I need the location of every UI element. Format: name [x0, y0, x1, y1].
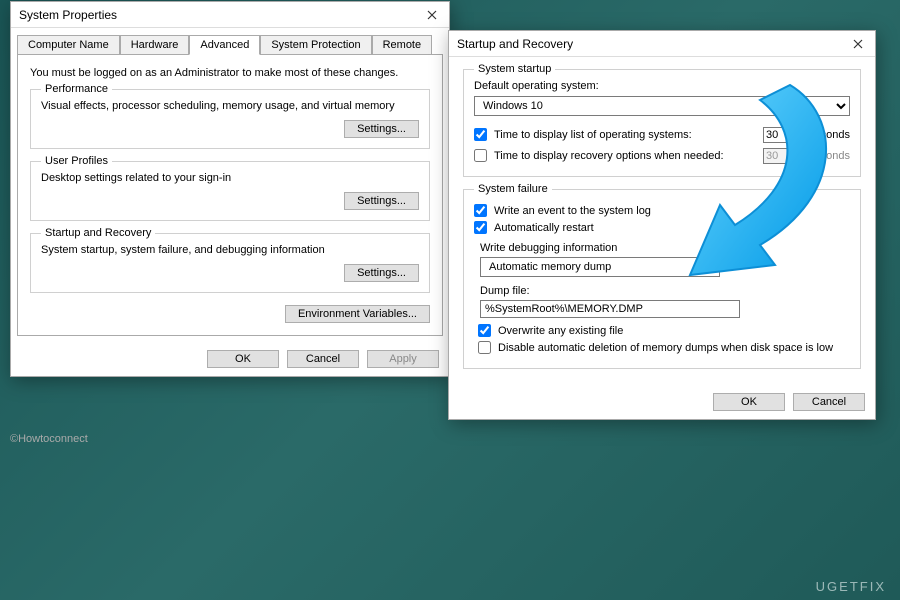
group-title-performance: Performance	[41, 83, 112, 95]
performance-desc: Visual effects, processor scheduling, me…	[41, 100, 419, 112]
admin-notice: You must be logged on as an Administrato…	[30, 67, 430, 79]
default-os-label: Default operating system:	[474, 80, 850, 92]
group-title-sysstartup: System startup	[474, 63, 555, 75]
display-recovery-checkbox[interactable]	[474, 149, 487, 162]
overwrite-checkbox[interactable]	[478, 324, 491, 337]
group-system-failure: System failure Write an event to the sys…	[463, 189, 861, 369]
tab-content-advanced: You must be logged on as an Administrato…	[17, 54, 443, 336]
group-title-sysfailure: System failure	[474, 183, 552, 195]
startup-recovery-dialog: Startup and Recovery System startup Defa…	[448, 30, 876, 420]
close-icon[interactable]	[423, 6, 441, 24]
startup-desc: System startup, system failure, and debu…	[41, 244, 419, 256]
group-title-profiles: User Profiles	[41, 155, 112, 167]
tab-computer-name[interactable]: Computer Name	[17, 35, 120, 55]
performance-settings-button[interactable]: Settings...	[344, 120, 419, 138]
tab-remote[interactable]: Remote	[372, 35, 433, 55]
window-title: System Properties	[19, 8, 117, 22]
dialog-buttons: OK Cancel	[449, 385, 875, 419]
disable-delete-label: Disable automatic deletion of memory dum…	[498, 342, 833, 354]
seconds-unit-2: seconds	[809, 150, 850, 162]
profiles-settings-button[interactable]: Settings...	[344, 192, 419, 210]
group-title-startup: Startup and Recovery	[41, 227, 155, 239]
cancel-button[interactable]: Cancel	[793, 393, 865, 411]
environment-variables-button[interactable]: Environment Variables...	[285, 305, 430, 323]
group-startup-recovery: Startup and Recovery System startup, sys…	[30, 233, 430, 293]
disable-delete-checkbox[interactable]	[478, 341, 491, 354]
tab-advanced[interactable]: Advanced	[189, 35, 260, 55]
system-properties-dialog: System Properties Computer Name Hardware…	[10, 1, 450, 377]
group-performance: Performance Visual effects, processor sc…	[30, 89, 430, 149]
seconds-unit-1: seconds	[809, 129, 850, 141]
auto-restart-label: Automatically restart	[494, 222, 594, 234]
startup-settings-button[interactable]: Settings...	[344, 264, 419, 282]
write-event-checkbox[interactable]	[474, 204, 487, 217]
display-recovery-seconds	[763, 148, 803, 164]
brand-text: UGETFIX	[816, 579, 886, 594]
display-os-list-checkbox[interactable]	[474, 128, 487, 141]
tab-strip: Computer Name Hardware Advanced System P…	[11, 28, 449, 54]
dump-type-select[interactable]: Automatic memory dump	[480, 257, 720, 277]
watermark-text: ©Howtoconnect	[10, 433, 88, 445]
ok-button[interactable]: OK	[207, 350, 279, 368]
write-debug-label: Write debugging information	[480, 242, 850, 254]
overwrite-label: Overwrite any existing file	[498, 325, 623, 337]
cancel-button[interactable]: Cancel	[287, 350, 359, 368]
display-os-list-seconds[interactable]	[763, 127, 803, 143]
tab-hardware[interactable]: Hardware	[120, 35, 190, 55]
apply-button[interactable]: Apply	[367, 350, 439, 368]
titlebar: Startup and Recovery	[449, 31, 875, 57]
dump-file-field[interactable]	[480, 300, 740, 318]
display-recovery-label: Time to display recovery options when ne…	[494, 150, 724, 162]
titlebar: System Properties	[11, 2, 449, 28]
dump-file-label: Dump file:	[480, 285, 850, 297]
tab-system-protection[interactable]: System Protection	[260, 35, 371, 55]
auto-restart-checkbox[interactable]	[474, 221, 487, 234]
display-os-list-label: Time to display list of operating system…	[494, 129, 692, 141]
write-event-label: Write an event to the system log	[494, 205, 651, 217]
group-user-profiles: User Profiles Desktop settings related t…	[30, 161, 430, 221]
profiles-desc: Desktop settings related to your sign-in	[41, 172, 419, 184]
dialog-buttons: OK Cancel Apply	[11, 342, 449, 376]
ok-button[interactable]: OK	[713, 393, 785, 411]
group-system-startup: System startup Default operating system:…	[463, 69, 861, 177]
window-title: Startup and Recovery	[457, 37, 573, 51]
close-icon[interactable]	[849, 35, 867, 53]
default-os-select[interactable]: Windows 10	[474, 96, 850, 116]
